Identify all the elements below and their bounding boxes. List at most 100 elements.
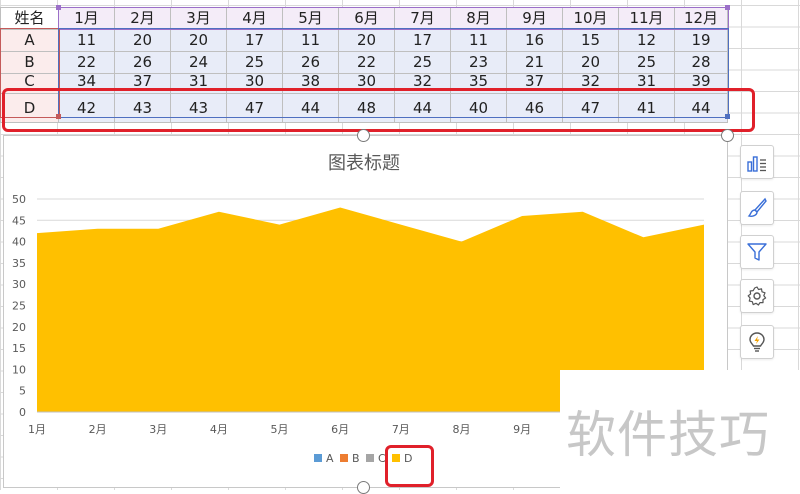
y-tick-label: 35 <box>12 257 26 270</box>
value-cell[interactable]: 20 <box>170 29 227 52</box>
value-cell[interactable]: 32 <box>394 73 451 94</box>
value-cell[interactable]: 32 <box>562 73 619 94</box>
chart-resize-handle-top[interactable] <box>357 129 370 142</box>
header-cell-month[interactable]: 6月 <box>338 7 395 30</box>
value-cell[interactable]: 37 <box>506 73 563 94</box>
y-tick-label: 25 <box>12 300 26 313</box>
row-name-cell[interactable]: A <box>0 29 59 52</box>
header-cell-month[interactable]: 7月 <box>394 7 451 30</box>
x-tick-label: 8月 <box>452 423 470 436</box>
legend-label-b[interactable]: B <box>352 452 360 465</box>
data-table[interactable]: 姓名 1月 2月 3月 4月 5月 6月 7月 8月 9月 10月 11月 12月 A 11 20 20 17 11… <box>0 7 728 123</box>
selection-handle[interactable] <box>725 5 730 10</box>
header-cell-month[interactable]: 1月 <box>58 7 115 30</box>
legend-swatch-c[interactable] <box>366 454 374 462</box>
row-name-cell[interactable]: B <box>0 51 59 74</box>
value-cell[interactable]: 47 <box>562 93 619 123</box>
chart-filter-button[interactable] <box>740 235 774 269</box>
legend-swatch-a[interactable] <box>314 454 322 462</box>
header-cell-month[interactable]: 12月 <box>674 7 728 30</box>
value-cell[interactable]: 35 <box>450 73 507 94</box>
value-cell[interactable]: 46 <box>506 93 563 123</box>
value-cell[interactable]: 22 <box>338 51 395 74</box>
value-cell[interactable]: 11 <box>282 29 339 52</box>
value-cell[interactable]: 28 <box>674 51 728 74</box>
chart-settings-button[interactable] <box>740 279 774 313</box>
value-cell[interactable]: 17 <box>226 29 283 52</box>
table-row: A 11 20 20 17 11 20 17 11 16 15 12 19 <box>0 29 728 52</box>
header-cell-month[interactable]: 8月 <box>450 7 507 30</box>
value-cell[interactable]: 24 <box>170 51 227 74</box>
value-cell[interactable]: 48 <box>338 93 395 123</box>
selection-handle[interactable] <box>725 114 730 119</box>
value-cell[interactable]: 44 <box>282 93 339 123</box>
header-cell-month[interactable]: 10月 <box>562 7 619 30</box>
legend-swatch-d[interactable] <box>392 454 400 462</box>
value-cell[interactable]: 25 <box>394 51 451 74</box>
x-tick-label: 6月 <box>331 423 349 436</box>
value-cell[interactable]: 21 <box>506 51 563 74</box>
value-cell[interactable]: 31 <box>618 73 675 94</box>
y-tick-label: 50 <box>12 193 26 206</box>
chart-resize-handle-bottom[interactable] <box>357 481 370 494</box>
value-cell[interactable]: 44 <box>394 93 451 123</box>
legend-label-c[interactable]: C <box>378 452 386 465</box>
header-cell-month[interactable]: 2月 <box>114 7 171 30</box>
value-cell[interactable]: 40 <box>450 93 507 123</box>
header-cell-month[interactable]: 5月 <box>282 7 339 30</box>
header-cell-name[interactable]: 姓名 <box>0 7 59 30</box>
chart-tips-button[interactable] <box>740 325 774 359</box>
chart-title[interactable]: 图表标题 <box>328 153 400 174</box>
header-cell-month[interactable]: 4月 <box>226 7 283 30</box>
value-cell[interactable]: 42 <box>58 93 115 123</box>
header-cell-month[interactable]: 11月 <box>618 7 675 30</box>
legend-swatch-b[interactable] <box>340 454 348 462</box>
value-cell[interactable]: 38 <box>282 73 339 94</box>
value-cell[interactable]: 11 <box>58 29 115 52</box>
value-cell[interactable]: 26 <box>282 51 339 74</box>
selection-handle[interactable] <box>56 5 61 10</box>
watermark-text: 软件技巧 <box>566 406 770 464</box>
value-cell[interactable]: 30 <box>226 73 283 94</box>
chart-style-brush-icon <box>747 197 767 217</box>
value-cell[interactable]: 20 <box>114 29 171 52</box>
table-row: C 34 37 31 30 38 30 32 35 37 32 31 39 <box>0 73 728 94</box>
value-cell[interactable]: 20 <box>338 29 395 52</box>
value-cell[interactable]: 26 <box>114 51 171 74</box>
row-name-cell[interactable]: C <box>0 73 59 94</box>
x-tick-label: 5月 <box>271 423 289 436</box>
value-cell[interactable]: 37 <box>114 73 171 94</box>
value-cell[interactable]: 44 <box>674 93 728 123</box>
chart-style-button[interactable] <box>740 191 774 225</box>
value-cell[interactable]: 43 <box>114 93 171 123</box>
value-cell[interactable]: 34 <box>58 73 115 94</box>
x-tick-label: 1月 <box>28 423 46 436</box>
chart-resize-handle-top-right[interactable] <box>721 129 734 142</box>
value-cell[interactable]: 25 <box>226 51 283 74</box>
legend-label-d[interactable]: D <box>404 452 412 465</box>
value-cell[interactable]: 25 <box>618 51 675 74</box>
value-cell[interactable]: 47 <box>226 93 283 123</box>
value-cell[interactable]: 22 <box>58 51 115 74</box>
value-cell[interactable]: 19 <box>674 29 728 52</box>
value-cell[interactable]: 23 <box>450 51 507 74</box>
chart-elements-button[interactable] <box>740 145 774 179</box>
value-cell[interactable]: 41 <box>618 93 675 123</box>
value-cell[interactable]: 16 <box>506 29 563 52</box>
row-name-cell[interactable]: D <box>0 93 59 123</box>
value-cell[interactable]: 43 <box>170 93 227 123</box>
value-cell[interactable]: 15 <box>562 29 619 52</box>
value-cell[interactable]: 31 <box>170 73 227 94</box>
value-cell[interactable]: 11 <box>450 29 507 52</box>
y-tick-label: 20 <box>12 321 26 334</box>
header-cell-month[interactable]: 9月 <box>506 7 563 30</box>
value-cell[interactable]: 20 <box>562 51 619 74</box>
value-cell[interactable]: 30 <box>338 73 395 94</box>
legend-label-a[interactable]: A <box>326 452 334 465</box>
value-cell[interactable]: 17 <box>394 29 451 52</box>
selection-handle[interactable] <box>56 114 61 119</box>
value-cell[interactable]: 39 <box>674 73 728 94</box>
table-row: D 42 43 43 47 44 48 44 40 46 47 41 44 <box>0 93 728 123</box>
value-cell[interactable]: 12 <box>618 29 675 52</box>
header-cell-month[interactable]: 3月 <box>170 7 227 30</box>
